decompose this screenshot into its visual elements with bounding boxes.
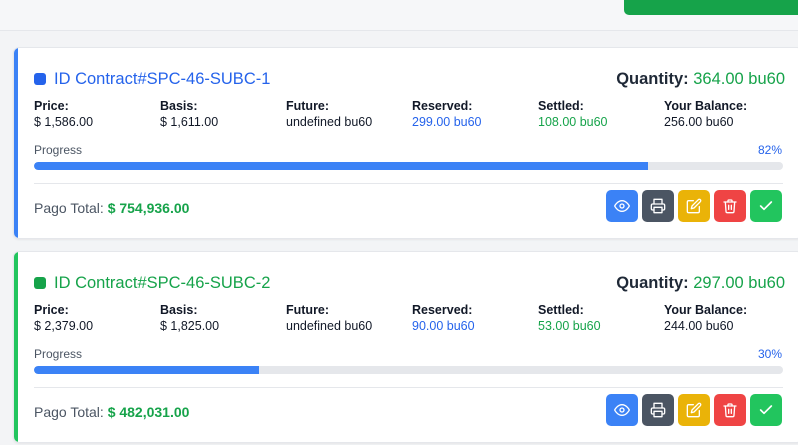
future-value: undefined bu60: [286, 319, 373, 333]
card-header: ID Contract#SPC-46-SUBC-2 Quantity: 297.…: [34, 272, 785, 294]
basis-label: Basis:: [160, 99, 198, 113]
printer-icon: [650, 198, 666, 214]
card-header: ID Contract#SPC-46-SUBC-1 Quantity: 364.…: [34, 68, 785, 90]
progress-label: Progress: [34, 143, 83, 157]
reserved-field: Reserved: 299.00 bu60: [412, 98, 538, 130]
pago-total-amount: $ 482,031.00: [107, 404, 190, 420]
future-value: undefined bu60: [286, 115, 373, 129]
quantity-label: Quantity:: [616, 274, 689, 292]
settled-field: Settled: 108.00 bu60: [538, 98, 664, 130]
balance-value: 256.00 bu60: [664, 115, 734, 129]
price-label: Price:: [34, 99, 69, 113]
contract-title[interactable]: ID Contract#SPC-46-SUBC-1: [54, 68, 270, 90]
edit-icon: [686, 402, 702, 418]
balance-label: Your Balance:: [664, 99, 748, 113]
settled-label: Settled:: [538, 99, 584, 113]
approve-button[interactable]: [750, 190, 782, 222]
progress-percent: 30%: [757, 347, 782, 361]
quantity-display: Quantity: 297.00 bu60: [616, 272, 785, 294]
quantity-value: 364.00 bu60: [693, 70, 785, 88]
contract-card: ID Contract#SPC-46-SUBC-1 Quantity: 364.…: [13, 47, 798, 239]
contract-fields: Price: $ 2,379.00 Basis: $ 1,825.00 Futu…: [34, 302, 794, 334]
basis-field: Basis: $ 1,611.00: [160, 98, 286, 130]
progress-label: Progress: [34, 347, 83, 361]
pago-total: Pago Total: $ 482,031.00: [34, 403, 189, 421]
price-field: Price: $ 1,586.00: [34, 98, 160, 130]
reserved-label: Reserved:: [412, 99, 473, 113]
pago-total-amount: $ 754,936.00: [107, 200, 190, 216]
quantity-display: Quantity: 364.00 bu60: [616, 68, 785, 90]
print-button[interactable]: [642, 394, 674, 426]
contract-title[interactable]: ID Contract#SPC-46-SUBC-2: [54, 272, 270, 294]
print-button[interactable]: [642, 190, 674, 222]
price-value: $ 1,586.00: [34, 115, 94, 129]
status-dot: [34, 277, 46, 289]
trash-icon: [723, 199, 737, 214]
delete-button[interactable]: [714, 394, 746, 426]
balance-label: Your Balance:: [664, 303, 748, 317]
reserved-value: 90.00 bu60: [412, 319, 475, 333]
price-value: $ 2,379.00: [34, 319, 94, 333]
basis-value: $ 1,611.00: [160, 115, 219, 129]
top-action-button[interactable]: [624, 0, 798, 15]
basis-value: $ 1,825.00: [160, 319, 220, 333]
divider: [34, 387, 783, 388]
edit-button[interactable]: [678, 190, 710, 222]
price-field: Price: $ 2,379.00: [34, 302, 160, 334]
view-button[interactable]: [606, 394, 638, 426]
pago-total-label: Pago Total:: [34, 200, 104, 216]
price-label: Price:: [34, 303, 69, 317]
quantity-label: Quantity:: [616, 70, 689, 88]
card-accent-bar: [14, 48, 18, 238]
printer-icon: [650, 402, 666, 418]
progress-fill: [34, 366, 259, 374]
quantity-value: 297.00 bu60: [693, 274, 785, 292]
progress-bar: [34, 366, 783, 374]
check-icon: [759, 405, 773, 415]
progress-bar: [34, 162, 783, 170]
future-field: Future: undefined bu60: [286, 98, 412, 130]
reserved-field: Reserved: 90.00 bu60: [412, 302, 538, 334]
future-label: Future:: [286, 99, 330, 113]
view-button[interactable]: [606, 190, 638, 222]
pago-total: Pago Total: $ 754,936.00: [34, 199, 189, 217]
delete-button[interactable]: [714, 190, 746, 222]
approve-button[interactable]: [750, 394, 782, 426]
trash-icon: [723, 403, 737, 418]
divider: [34, 183, 783, 184]
progress-fill: [34, 162, 649, 170]
future-label: Future:: [286, 303, 330, 317]
card-accent-bar: [14, 252, 18, 442]
settled-value: 108.00 bu60: [538, 115, 608, 129]
reserved-label: Reserved:: [412, 303, 473, 317]
settled-field: Settled: 53.00 bu60: [538, 302, 664, 334]
basis-field: Basis: $ 1,825.00: [160, 302, 286, 334]
edit-button[interactable]: [678, 394, 710, 426]
settled-value: 53.00 bu60: [538, 319, 601, 333]
future-field: Future: undefined bu60: [286, 302, 412, 334]
contract-fields: Price: $ 1,586.00 Basis: $ 1,611.00 Futu…: [34, 98, 794, 130]
balance-value: 244.00 bu60: [664, 319, 734, 333]
balance-field: Your Balance: 244.00 bu60: [664, 302, 790, 334]
eye-icon: [614, 404, 630, 416]
contract-card: ID Contract#SPC-46-SUBC-2 Quantity: 297.…: [13, 251, 798, 443]
reserved-value: 299.00 bu60: [412, 115, 482, 129]
eye-icon: [614, 200, 630, 212]
basis-label: Basis:: [160, 303, 198, 317]
status-dot: [34, 73, 46, 85]
top-bar: [0, 0, 798, 31]
balance-field: Your Balance: 256.00 bu60: [664, 98, 790, 130]
progress-percent: 82%: [757, 143, 782, 157]
check-icon: [759, 201, 773, 211]
settled-label: Settled:: [538, 303, 584, 317]
edit-icon: [686, 198, 702, 214]
pago-total-label: Pago Total:: [34, 404, 104, 420]
